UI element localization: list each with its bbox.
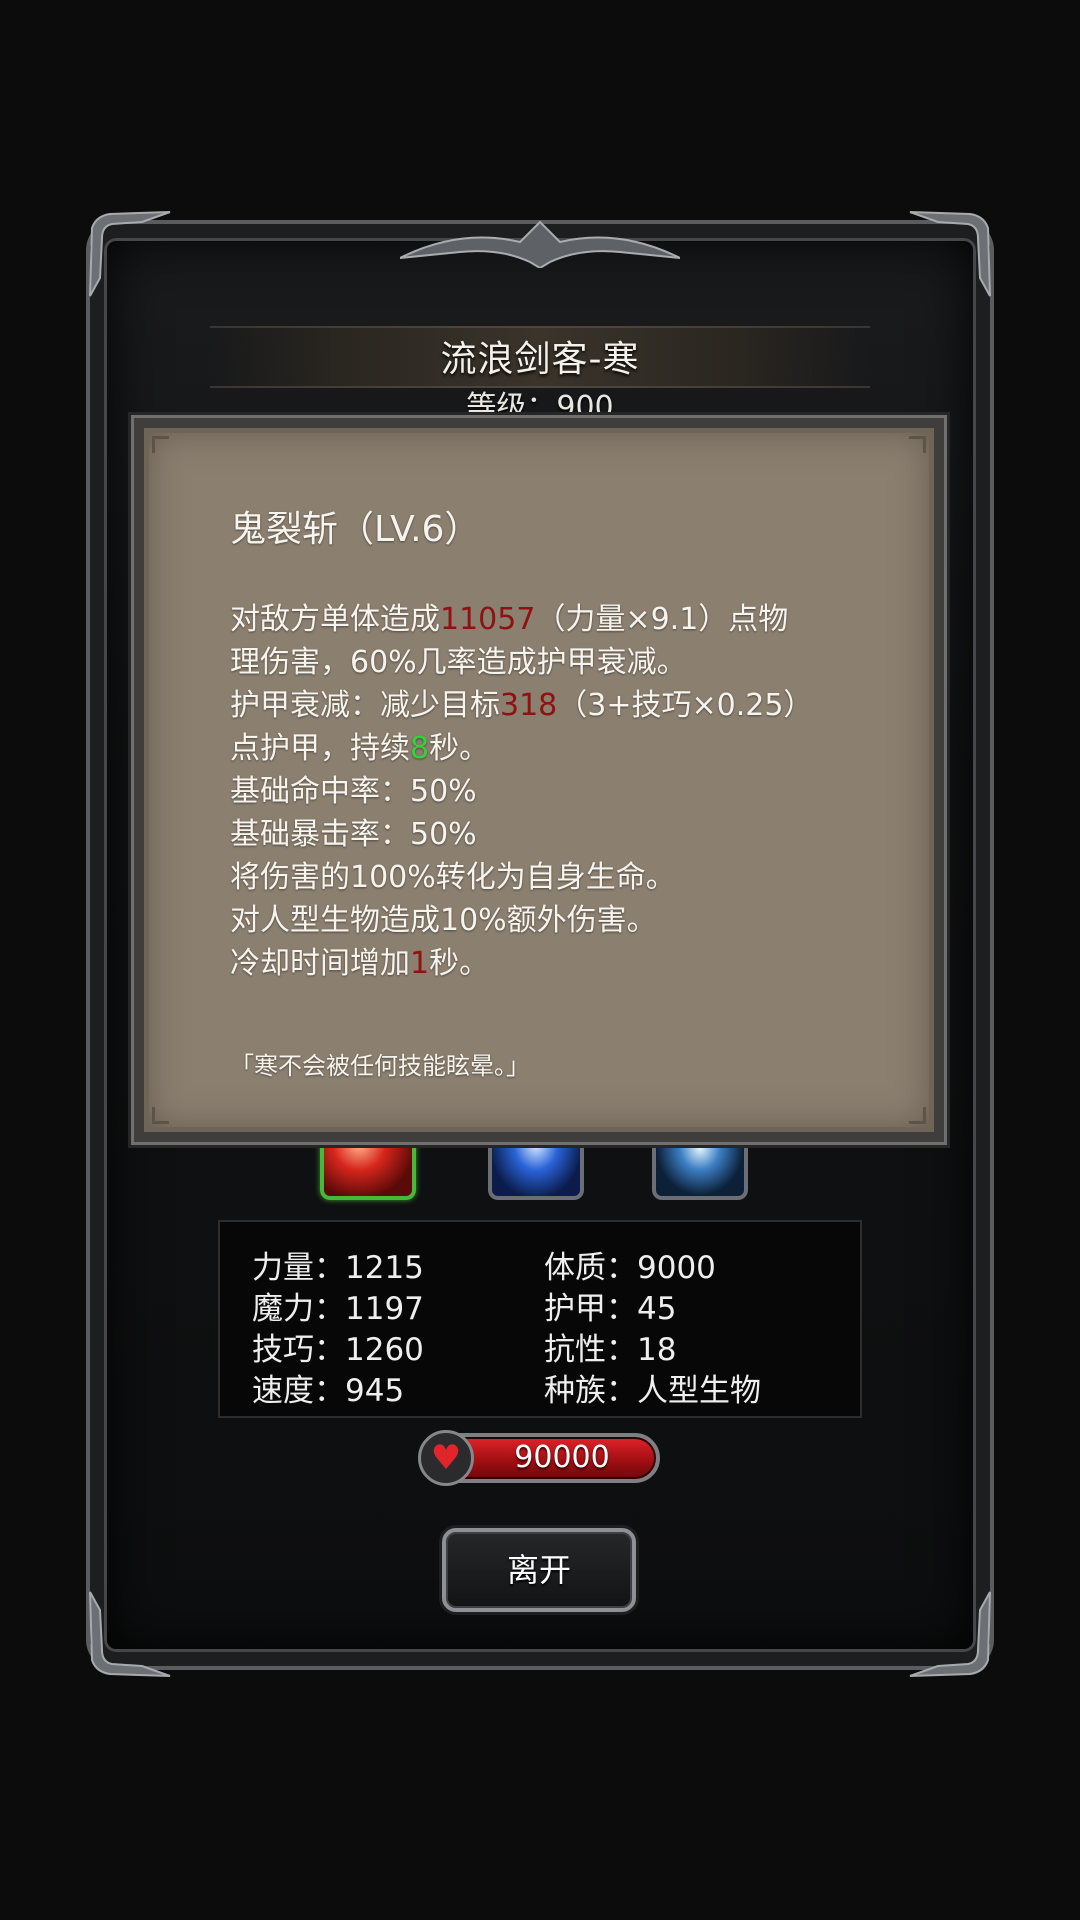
- stat-race: 种族：人型生物: [544, 1373, 761, 1409]
- description-line: 护甲衰减：减少目标318（3+技巧×0.25）: [230, 684, 910, 727]
- description-text: 基础命中率：50%: [230, 774, 477, 809]
- description-line: 冷却时间增加1秒。: [230, 942, 910, 985]
- frame-corner-ornament-bottom-left: [89, 1591, 171, 1677]
- description-text: 对敌方单体造成: [230, 602, 440, 637]
- stat-speed: 速度：945: [252, 1373, 405, 1409]
- hero-stats-panel: 力量：1215 魔力：1197 技巧：1260 速度：945 体质：9000 护…: [218, 1220, 862, 1418]
- description-text: 对人型生物造成10%额外伤害。: [230, 903, 657, 938]
- heart-icon: ♥: [418, 1430, 474, 1486]
- description-text: 将伤害的100%转化为自身生命。: [230, 860, 676, 895]
- skill-description: 对敌方单体造成11057（力量×9.1）点物 理伤害，60%几率造成护甲衰减。 …: [230, 598, 910, 985]
- description-text: （力量×9.1）点物: [535, 602, 789, 637]
- frame-top-crest-ornament: [400, 220, 680, 268]
- leave-button[interactable]: 离开: [442, 1528, 636, 1612]
- armor-reduction-value: 318: [500, 688, 558, 723]
- frame-corner-ornament-bottom-right: [909, 1591, 991, 1677]
- red-slash-skill-icon[interactable]: [320, 1132, 416, 1200]
- frame-corner-ornament-top-right: [909, 211, 991, 297]
- cooldown-value: 1: [410, 946, 430, 981]
- description-line: 点护甲，持续8秒。: [230, 727, 910, 770]
- blue-vortex-skill-icon[interactable]: [652, 1132, 748, 1200]
- description-text: 秒。: [429, 731, 490, 766]
- skill-flavor-quote: 「寒不会被任何技能眩晕。」: [230, 1052, 530, 1080]
- stat-skill: 技巧：1260: [252, 1332, 424, 1368]
- description-text: 护甲衰减：减少目标: [230, 688, 500, 723]
- hero-name: 流浪剑客-寒: [440, 339, 640, 380]
- hp-value: 90000: [514, 1440, 610, 1475]
- stat-magic: 魔力：1197: [252, 1291, 424, 1327]
- description-line: 对人型生物造成10%额外伤害。: [230, 899, 910, 942]
- stat-constitution: 体质：9000: [544, 1250, 716, 1286]
- description-line: 基础暴击率：50%: [230, 813, 910, 856]
- duration-value: 8: [410, 731, 430, 766]
- frame-corner-ornament-top-left: [89, 211, 171, 297]
- description-text: 冷却时间增加: [230, 946, 410, 981]
- panel-corner-ornament: [909, 436, 926, 453]
- description-line: 对敌方单体造成11057（力量×9.1）点物: [230, 598, 910, 641]
- damage-value: 11057: [440, 602, 536, 637]
- description-text: 秒。: [429, 946, 490, 981]
- panel-corner-ornament: [909, 1107, 926, 1124]
- description-line: 理伤害，60%几率造成护甲衰减。: [230, 641, 910, 684]
- panel-corner-ornament: [152, 436, 169, 453]
- stat-resistance: 抗性：18: [544, 1332, 677, 1368]
- description-text: 理伤害，60%几率造成护甲衰减。: [230, 645, 687, 680]
- panel-corner-ornament: [152, 1107, 169, 1124]
- description-text: 点护甲，持续: [230, 731, 410, 766]
- skill-title: 鬼裂斩（LV.6）: [230, 509, 481, 550]
- description-text: 基础暴击率：50%: [230, 817, 477, 852]
- description-line: 将伤害的100%转化为自身生命。: [230, 856, 910, 899]
- skill-tooltip-panel: 鬼裂斩（LV.6） 对敌方单体造成11057（力量×9.1）点物 理伤害，60%…: [134, 418, 944, 1142]
- description-line: 基础命中率：50%: [230, 770, 910, 813]
- blue-slash-skill-icon[interactable]: [488, 1132, 584, 1200]
- stat-strength: 力量：1215: [252, 1250, 424, 1286]
- description-text: （3+技巧×0.25）: [557, 688, 814, 723]
- stat-armor: 护甲：45: [544, 1291, 677, 1327]
